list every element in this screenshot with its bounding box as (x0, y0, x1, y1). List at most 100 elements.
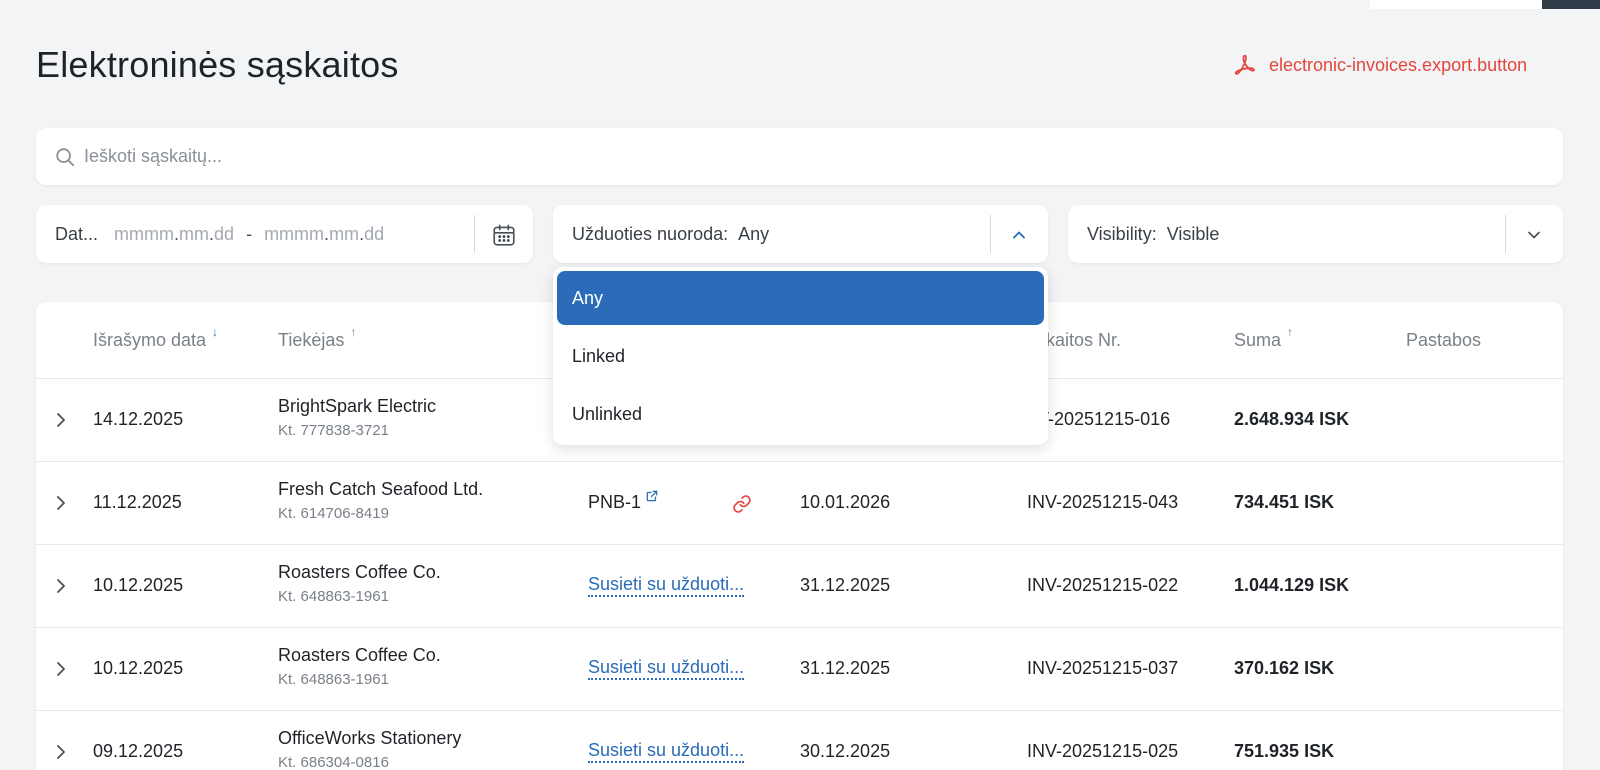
column-amount[interactable]: Suma ↑ (1234, 326, 1293, 351)
search-icon (56, 147, 75, 166)
column-supplier-label: Tiekėjas (278, 330, 345, 350)
sort-desc-icon: ↓ (212, 325, 219, 339)
dropdown-option-linked[interactable]: Linked (557, 329, 1044, 383)
issue-date: 09.12.2025 (93, 741, 184, 761)
amount: 1.044.129 ISK (1234, 575, 1350, 595)
link-to-task-action[interactable]: Susieti su užduoti... (588, 574, 745, 597)
issue-date: 10.12.2025 (93, 575, 184, 595)
export-button-label: electronic-invoices.export.button (1269, 54, 1528, 75)
column-issue-date-label: Išrašymo data (93, 330, 207, 350)
link-to-task-label[interactable]: Susieti su užduoti... (588, 657, 745, 680)
issue-date: 10.12.2025 (93, 658, 184, 678)
due-date: 30.12.2025 (800, 741, 891, 761)
supplier-code: Kt. 648863-1961 (278, 671, 389, 688)
supplier: OfficeWorks Stationery Kt. 686304-0816 (278, 728, 461, 770)
supplier-code: Kt. 777838-3721 (278, 422, 389, 439)
column-supplier[interactable]: Tiekėjas ↑ (278, 326, 356, 351)
sort-asc-icon: ↑ (350, 325, 357, 339)
task-link-filter[interactable]: Užduoties nuoroda: Any (553, 205, 1048, 263)
divider (990, 215, 991, 253)
date-to-year: mmmm (264, 223, 325, 244)
dropdown-option-unlinked[interactable]: Unlinked (557, 387, 1044, 441)
table-row[interactable]: 09.12.2025 OfficeWorks Stationery Kt. 68… (36, 711, 1563, 770)
sort-asc-icon: ↑ (1287, 325, 1294, 339)
chevron-up-icon[interactable] (1006, 222, 1032, 248)
task-key[interactable]: PNB-1 (588, 492, 641, 513)
date-filter-label: Dat... (55, 223, 99, 244)
date-from-month: mm (179, 223, 210, 244)
column-invoice-no[interactable]: skaitos Nr. (1037, 330, 1121, 351)
chevron-right-icon[interactable] (54, 493, 68, 513)
supplier-name: BrightSpark Electric (278, 396, 437, 416)
pdf-icon (1234, 54, 1255, 75)
date-range-filter[interactable]: Dat... mmmm.mm.dd - mmmm.mm.dd (36, 205, 533, 263)
visibility-filter-value: Visible (1166, 223, 1220, 244)
supplier-name: Roasters Coffee Co. (278, 645, 441, 665)
column-notes-label: Pastabos (1406, 330, 1482, 350)
supplier: BrightSpark Electric Kt. 777838-3721 (278, 396, 436, 439)
task-link-dropdown-menu: Any Linked Unlinked (553, 267, 1048, 445)
invoice-number: INV-20251215-043 (1027, 492, 1179, 512)
divider (474, 215, 475, 253)
visibility-filter-label: Visibility: (1087, 223, 1157, 244)
due-date: 10.01.2026 (800, 492, 891, 512)
invoice-number: INV-20251215-025 (1027, 741, 1179, 761)
dropdown-option-any[interactable]: Any (557, 271, 1044, 325)
date-to-input[interactable]: mmmm.mm.dd (264, 224, 384, 245)
invoice-number: INV-20251215-022 (1027, 575, 1179, 595)
column-amount-label: Suma (1234, 330, 1282, 350)
column-issue-date[interactable]: Išrašymo data ↓ (93, 326, 218, 351)
date-to-day: dd (364, 223, 385, 244)
export-button[interactable]: electronic-invoices.export.button (1233, 52, 1527, 78)
supplier-code: Kt. 614706-8419 (278, 505, 389, 522)
column-invoice-no-label: skaitos Nr. (1037, 330, 1122, 350)
supplier: Roasters Coffee Co. Kt. 648863-1961 (278, 645, 441, 688)
table-row[interactable]: 11.12.2025 Fresh Catch Seafood Ltd. Kt. … (36, 462, 1563, 545)
external-link-icon[interactable] (645, 489, 659, 503)
amount: 2.648.934 ISK (1234, 409, 1350, 429)
invoice-number: INV-20251215-037 (1027, 658, 1179, 678)
calendar-icon[interactable] (491, 222, 517, 248)
amount: 370.162 ISK (1234, 658, 1335, 678)
link-to-task-label[interactable]: Susieti su užduoti... (588, 740, 745, 763)
date-from-input[interactable]: mmmm.mm.dd (114, 224, 234, 245)
date-from-day: dd (214, 223, 235, 244)
chevron-down-icon[interactable] (1521, 222, 1547, 248)
chevron-right-icon[interactable] (54, 576, 68, 596)
amount: 751.935 ISK (1234, 741, 1335, 761)
supplier: Roasters Coffee Co. Kt. 648863-1961 (278, 562, 441, 605)
chevron-right-icon[interactable] (54, 410, 68, 430)
supplier-name: Roasters Coffee Co. (278, 562, 441, 582)
top-strip-dark (1542, 0, 1600, 9)
date-to-month: mm (329, 223, 360, 244)
supplier-name: OfficeWorks Stationery (278, 728, 462, 748)
top-strip-light (1370, 0, 1542, 9)
invoice-number: V-20251215-016 (1037, 409, 1171, 429)
supplier-code: Kt. 686304-0816 (278, 754, 389, 770)
date-from-year: mmmm (114, 223, 174, 244)
issue-date: 11.12.2025 (93, 492, 182, 512)
task-link-filter-value: Any (738, 223, 770, 244)
visibility-filter[interactable]: Visibility: Visible (1068, 205, 1563, 263)
supplier-code: Kt. 648863-1961 (278, 588, 389, 605)
page-title: Elektroninės sąskaitos (36, 44, 399, 85)
table-row[interactable]: 10.12.2025 Roasters Coffee Co. Kt. 64886… (36, 545, 1563, 628)
link-to-task-action[interactable]: Susieti su užduoti... (588, 657, 745, 680)
unlink-icon[interactable] (732, 494, 752, 514)
search-input[interactable] (84, 146, 1484, 167)
divider (1505, 215, 1506, 253)
supplier-name: Fresh Catch Seafood Ltd. (278, 479, 484, 499)
link-to-task-label[interactable]: Susieti su užduoti... (588, 574, 745, 597)
search-box (36, 128, 1563, 185)
table-row[interactable]: 10.12.2025 Roasters Coffee Co. Kt. 64886… (36, 628, 1563, 711)
issue-date: 14.12.2025 (93, 409, 184, 429)
link-to-task-action[interactable]: Susieti su užduoti... (588, 740, 745, 763)
task-link[interactable]: PNB-1 (588, 489, 659, 513)
supplier: Fresh Catch Seafood Ltd. Kt. 614706-8419 (278, 479, 483, 522)
task-link-filter-label: Užduoties nuoroda: (572, 223, 729, 244)
due-date: 31.12.2025 (800, 658, 891, 678)
chevron-right-icon[interactable] (54, 742, 68, 762)
date-separator: - (246, 223, 253, 244)
chevron-right-icon[interactable] (54, 659, 68, 679)
amount: 734.451 ISK (1234, 492, 1335, 512)
